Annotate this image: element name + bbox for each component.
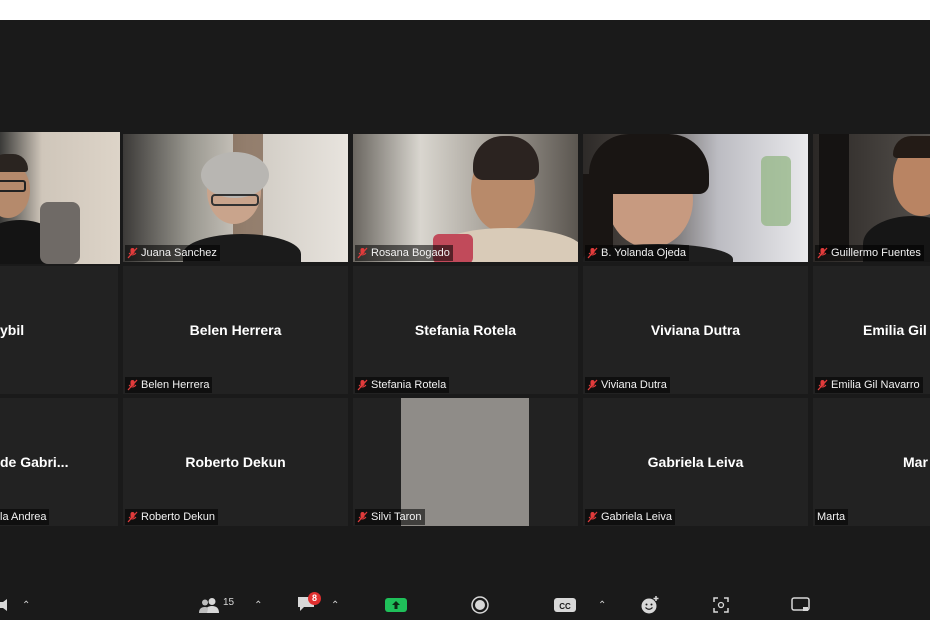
mic-muted-icon xyxy=(587,247,598,259)
participant-name: Marta xyxy=(817,511,846,523)
chevron-up-icon[interactable]: ⌃ xyxy=(22,600,30,611)
video-grid: Juana Sanchez Rosana Bogado B. Yolanda O… xyxy=(0,0,930,560)
apps-button[interactable] xyxy=(713,596,729,614)
mic-muted-icon xyxy=(357,379,368,391)
participant-tile[interactable]: Viviana Dutra Viviana Dutra xyxy=(583,266,808,394)
chat-badge: 8 xyxy=(308,591,321,605)
mic-muted-icon xyxy=(587,379,598,391)
reactions-button[interactable] xyxy=(640,596,660,614)
reactions-icon xyxy=(641,596,659,614)
participant-name-tag: Roberto Dekun xyxy=(125,509,218,525)
participants-button[interactable]: 15 ⌃ xyxy=(199,596,263,614)
record-icon xyxy=(471,596,489,614)
participant-tile[interactable]: Emilia Gil Emilia Gil Navarro xyxy=(813,266,930,394)
participant-name: Guillermo Fuentes xyxy=(831,247,921,259)
participant-display-name: ybil xyxy=(0,322,25,338)
mic-muted-icon xyxy=(817,379,828,391)
meeting-toolbar: ⌃ 15 ⌃ 8 ⌃ CC ⌃ xyxy=(0,590,930,620)
participant-name: Roberto Dekun xyxy=(141,511,215,523)
participant-name: Belen Herrera xyxy=(141,379,210,391)
mic-muted-icon xyxy=(817,247,828,259)
participant-name: B. Yolanda Ojeda xyxy=(601,247,687,259)
participant-display-name: Gabriela Leiva xyxy=(647,454,744,470)
participant-name: Rosana Bogado xyxy=(371,247,450,259)
chevron-up-icon[interactable]: ⌃ xyxy=(331,600,339,611)
participant-name: Stefania Rotela xyxy=(371,379,447,391)
participant-tile[interactable]: Juana Sanchez xyxy=(123,134,348,262)
mic-muted-icon xyxy=(587,511,598,523)
participant-display-name: Viviana Dutra xyxy=(650,322,741,338)
chat-button[interactable]: 8 ⌃ xyxy=(297,591,339,614)
participants-count: 15 xyxy=(223,596,235,608)
participant-display-name: Roberto Dekun xyxy=(185,454,286,470)
participant-name: Emilia Gil Navarro xyxy=(831,379,920,391)
captions-icon: CC xyxy=(554,598,576,612)
video-feed xyxy=(813,134,930,262)
participant-name: la Andrea xyxy=(0,511,47,523)
video-feed xyxy=(0,132,120,264)
participant-tile[interactable]: Stefania Rotela Stefania Rotela xyxy=(353,266,578,394)
participant-tile[interactable]: Silvi Taron xyxy=(353,398,578,526)
video-feed xyxy=(401,398,529,526)
chevron-up-icon[interactable]: ⌃ xyxy=(254,600,262,611)
participant-name-tag: Rosana Bogado xyxy=(355,245,453,261)
whiteboard-icon xyxy=(791,597,810,611)
participant-display-name: Emilia Gil xyxy=(863,322,927,338)
participant-name-tag: Juana Sanchez xyxy=(125,245,220,261)
participants-icon xyxy=(199,598,219,613)
participant-tile[interactable]: B. Yolanda Ojeda xyxy=(583,134,808,262)
participant-name-tag: Gabriela Leiva xyxy=(585,509,675,525)
video-feed xyxy=(583,134,808,262)
share-screen-icon xyxy=(385,598,407,612)
participant-tile[interactable]: Gabriela Leiva Gabriela Leiva xyxy=(583,398,808,526)
participant-name: Juana Sanchez xyxy=(141,247,217,259)
captions-button[interactable]: CC ⌃ xyxy=(554,596,606,614)
participant-name: Gabriela Leiva xyxy=(601,511,672,523)
participant-tile[interactable]: Belen Herrera Belen Herrera xyxy=(123,266,348,394)
participant-name: Viviana Dutra xyxy=(601,379,667,391)
chevron-up-icon[interactable]: ⌃ xyxy=(598,600,606,611)
mic-muted-icon xyxy=(127,379,138,391)
participant-name-tag: la Andrea xyxy=(0,509,50,525)
participant-tile[interactable]: Guillermo Fuentes xyxy=(813,134,930,262)
participant-tile[interactable]: Roberto Dekun Roberto Dekun xyxy=(123,398,348,526)
video-feed xyxy=(353,134,578,262)
apps-icon xyxy=(713,597,729,613)
participant-name-tag: Guillermo Fuentes xyxy=(815,245,924,261)
record-button[interactable] xyxy=(471,596,489,614)
audio-control[interactable]: ⌃ xyxy=(0,596,30,614)
share-screen-button[interactable] xyxy=(385,596,407,614)
mic-muted-icon xyxy=(357,247,368,259)
participant-name-tag: Belen Herrera xyxy=(125,377,213,393)
mic-muted-icon xyxy=(127,511,138,523)
participant-display-name: Belen Herrera xyxy=(189,322,282,338)
participant-name-tag: Stefania Rotela xyxy=(355,377,450,393)
speaker-icon xyxy=(0,599,7,611)
participant-name-tag: Marta xyxy=(815,509,849,525)
whiteboard-button[interactable] xyxy=(791,596,811,614)
participant-name-tag: Silvi Taron xyxy=(355,509,425,525)
participant-tile[interactable]: ybil xyxy=(0,266,118,394)
participant-name-tag: Viviana Dutra xyxy=(585,377,670,393)
participant-name-tag: Emilia Gil Navarro xyxy=(815,377,923,393)
participant-display-name: de Gabri... xyxy=(0,454,69,470)
mic-muted-icon xyxy=(127,247,138,259)
participant-tile[interactable]: Mar Marta xyxy=(813,398,930,526)
participant-name: Silvi Taron xyxy=(371,511,422,523)
participant-name-tag: B. Yolanda Ojeda xyxy=(585,245,690,261)
video-feed xyxy=(123,134,348,262)
participant-tile[interactable]: Rosana Bogado xyxy=(353,134,578,262)
participant-display-name: Mar xyxy=(903,454,928,470)
svg-text:CC: CC xyxy=(559,602,571,611)
participant-display-name: Stefania Rotela xyxy=(414,322,517,338)
mic-muted-icon xyxy=(357,511,368,523)
participant-tile-active[interactable] xyxy=(0,132,120,264)
participant-tile[interactable]: de Gabri... la Andrea xyxy=(0,398,118,526)
